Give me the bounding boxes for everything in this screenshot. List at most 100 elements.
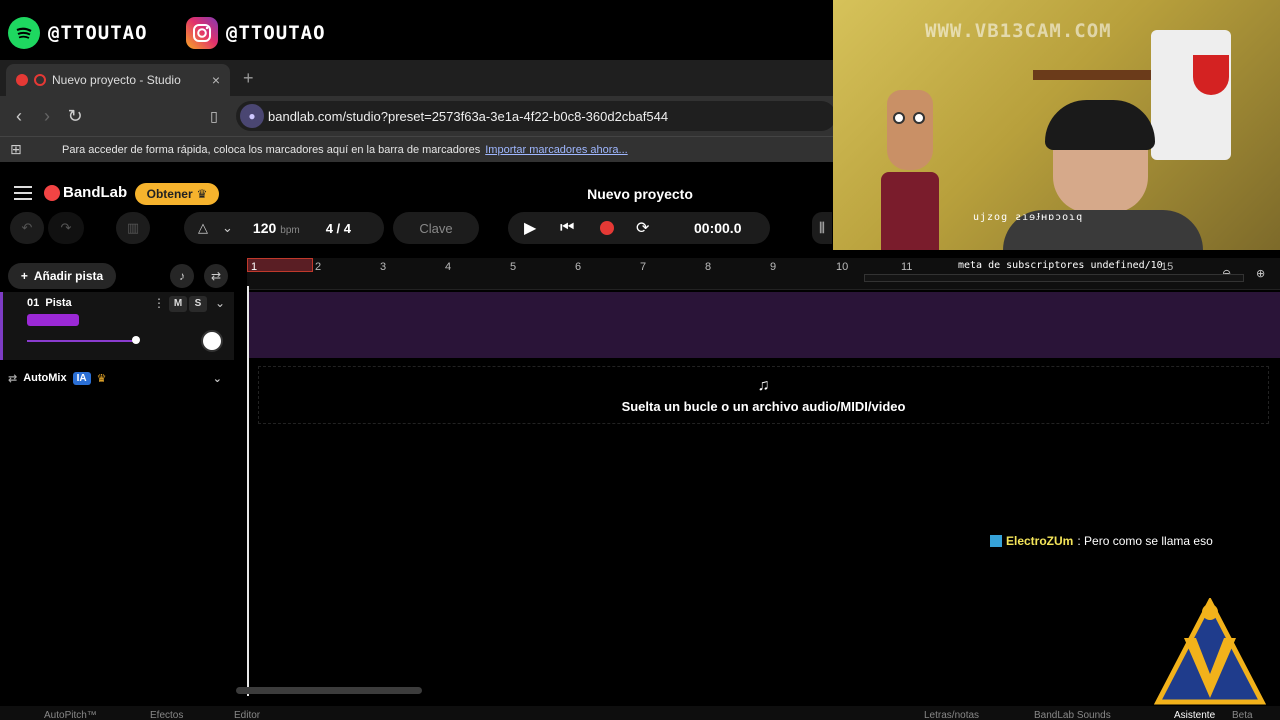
crown-icon: ♛	[196, 187, 208, 201]
automix-icon: ⇄	[8, 372, 18, 385]
apps-grid-icon[interactable]: ⊞	[10, 141, 28, 158]
drop-zone[interactable]: ♫ Suelta un bucle o un archivo audio/MID…	[258, 366, 1269, 424]
piano-button[interactable]: ▥	[116, 212, 150, 244]
streamer-image	[993, 100, 1213, 250]
solo-button[interactable]: S	[189, 296, 207, 312]
mute-button[interactable]: M	[169, 296, 187, 312]
reload-icon[interactable]: ↻	[61, 106, 89, 127]
time-display: 00:00.0	[694, 220, 742, 236]
watermark: WWW.VB13CAM.COM	[925, 20, 1112, 42]
track-settings-button[interactable]: ⇄	[204, 264, 228, 288]
ia-badge: IA	[72, 371, 91, 385]
bookmarks-bar: ⊞ Para acceder de forma rápida, coloca l…	[0, 136, 833, 162]
url-field[interactable]: ● bandlab.com/studio?preset=2573f63a-3e1…	[236, 101, 836, 131]
ruler-label: 2	[315, 261, 322, 273]
mixer-button[interactable]: ⫼	[812, 212, 832, 244]
play-icon[interactable]: ▶	[524, 218, 536, 238]
address-bar-row: ‹ › ↻ ▯ ● bandlab.com/studio?preset=2573…	[0, 96, 836, 136]
mixer-icon: ⫼	[819, 220, 825, 235]
screen: @TTOUTAO @TTOUTAO Nuevo proyecto - Studi…	[0, 0, 1280, 720]
rewind-icon[interactable]: ⏮	[560, 219, 574, 237]
spotify-handle: @TTOUTAO	[8, 16, 148, 50]
metronome-dropdown-icon[interactable]: ⌄	[222, 220, 233, 236]
ruler-label: 7	[640, 261, 647, 273]
lyrics-button[interactable]: Letras/notas	[924, 710, 979, 720]
redo-button[interactable]: ↷	[48, 212, 84, 244]
beta-badge: Beta	[1232, 710, 1253, 720]
bpm-value: 120	[252, 220, 277, 236]
sounds-button[interactable]: BandLab Sounds	[1034, 710, 1111, 720]
ruler-label: 3	[380, 261, 387, 273]
back-icon[interactable]: ‹	[5, 106, 33, 127]
webcam-feed: WWW.VB13CAM.COM ujzog ƨıɘɈʜɒɔoɿq	[833, 0, 1280, 250]
forward-icon[interactable]: ›	[33, 106, 61, 127]
autopitch-button[interactable]: AutoPitch™	[44, 710, 97, 720]
automix-label: AutoMix	[23, 372, 67, 384]
automix-crown-icon: ♛	[96, 372, 107, 385]
volume-slider[interactable]	[27, 340, 137, 342]
tab-title: Nuevo proyecto - Studio	[52, 73, 181, 87]
add-track-label: Añadir pista	[33, 269, 104, 283]
project-title[interactable]: Nuevo proyecto	[560, 186, 720, 202]
ruler-label: 15	[1161, 261, 1174, 273]
bandlab-favicon-icon	[16, 74, 28, 86]
tab-close-button[interactable]: ×	[212, 72, 220, 88]
microphone-icon[interactable]: ●	[240, 104, 264, 128]
zoom-in-icon[interactable]: ⊕	[1256, 267, 1265, 280]
bpm-unit: bpm	[280, 225, 300, 236]
assistant-button[interactable]: Asistente	[1174, 710, 1215, 720]
ruler-label: 6	[575, 261, 582, 273]
automix-row[interactable]: ⇄ AutoMix IA ♛ ⌄	[0, 362, 234, 394]
track-lane[interactable]	[248, 292, 1280, 358]
recording-indicator-icon	[34, 74, 46, 86]
plus-icon: +	[20, 269, 28, 283]
pan-knob[interactable]	[201, 330, 223, 352]
playhead[interactable]	[247, 286, 249, 696]
bandlab-logo-text: BandLab	[63, 184, 128, 201]
playback-controls: ▶ ⏮ ⟳ 00:00.0	[508, 212, 770, 244]
time-signature[interactable]: 4 / 4	[326, 221, 351, 236]
instagram-icon	[186, 17, 218, 49]
tempo-group: △ ⌄ 120 bpm 4 / 4	[184, 212, 384, 244]
browser-tab-bar: Nuevo proyecto - Studio × +	[0, 60, 833, 96]
effects-button[interactable]: Efectos	[150, 710, 183, 720]
import-bookmarks-link[interactable]: Importar marcadores ahora...	[485, 144, 627, 156]
new-tab-button[interactable]: +	[243, 68, 254, 89]
bookmark-icon[interactable]: ▯	[200, 108, 228, 125]
editor-button[interactable]: Editor	[234, 710, 260, 720]
ruler-label: 10	[836, 261, 849, 273]
track-expand-icon[interactable]: ⌄	[215, 296, 225, 310]
track-more-icon[interactable]: ⋮	[153, 296, 165, 310]
obtener-button[interactable]: Obtener ♛	[135, 183, 219, 205]
track-header[interactable]: 01 Pista ⋮ M S ⌄	[0, 292, 234, 360]
channel-emblem-icon	[1154, 598, 1266, 705]
automix-expand-icon[interactable]: ⌄	[213, 372, 222, 385]
tuner-icon: ♪	[179, 269, 185, 283]
horizontal-scrollbar[interactable]	[236, 687, 422, 694]
metronome-icon[interactable]: △	[198, 220, 208, 236]
instagram-handle-text: @TTOUTAO	[226, 22, 326, 44]
bottom-toolbar: AutoPitch™ Efectos Editor Letras/notas B…	[0, 706, 1280, 720]
drop-zone-text: Suelta un bucle o un archivo audio/MIDI/…	[621, 398, 906, 414]
spotify-handle-text: @TTOUTAO	[48, 22, 148, 44]
ruler-label: 4	[445, 261, 452, 273]
volume-handle[interactable]	[132, 336, 140, 344]
tuner-button[interactable]: ♪	[170, 264, 194, 288]
bandlab-logo[interactable]: BandLab	[44, 184, 127, 201]
add-track-button[interactable]: + Añadir pista	[8, 263, 116, 289]
browser-tab[interactable]: Nuevo proyecto - Studio ×	[6, 64, 230, 96]
subscriber-goal-bar	[864, 274, 1244, 282]
ruler-label: 1	[251, 261, 258, 273]
webcam-caption: ujzog ƨıɘɈʜɒɔoɿq	[973, 212, 1084, 223]
ruler-label: 11	[901, 261, 913, 273]
settings-icon: ⇄	[210, 269, 222, 283]
bpm-field[interactable]: 120 bpm	[253, 220, 300, 236]
key-button[interactable]: Clave	[393, 212, 479, 244]
instrument-tag[interactable]	[27, 314, 79, 326]
record-icon[interactable]	[600, 221, 614, 235]
menu-icon[interactable]	[14, 186, 32, 204]
obtener-label: Obtener	[146, 187, 193, 201]
undo-button[interactable]: ↶	[10, 212, 44, 244]
url-text: bandlab.com/studio?preset=2573f63a-3e1a-…	[268, 108, 669, 124]
loop-icon[interactable]: ⟳	[636, 218, 649, 238]
